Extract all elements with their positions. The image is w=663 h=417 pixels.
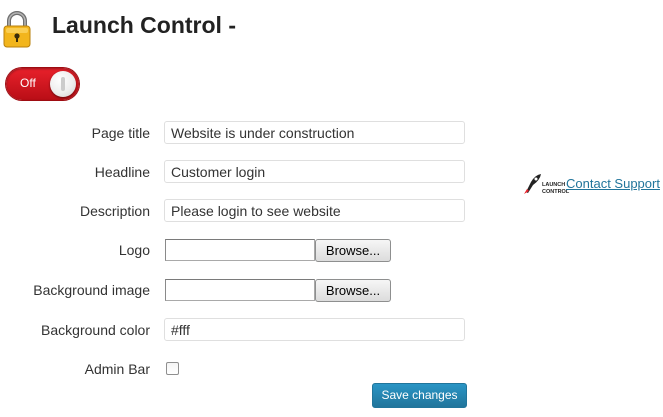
toggle-knob[interactable] xyxy=(50,71,76,97)
save-changes-button[interactable]: Save changes xyxy=(372,383,467,408)
page-title-input[interactable] xyxy=(164,121,465,144)
background-image-browse-button[interactable]: Browse... xyxy=(315,279,391,302)
headline-input[interactable] xyxy=(164,160,465,183)
logo-browse-button[interactable]: Browse... xyxy=(315,239,391,262)
description-input[interactable] xyxy=(164,199,465,222)
launch-control-page: Launch Control - Off Page title Headline… xyxy=(0,0,663,417)
background-image-label: Background image xyxy=(33,282,150,298)
page-title: Launch Control - xyxy=(52,12,236,38)
headline-label: Headline xyxy=(94,164,150,180)
logo-file-input[interactable] xyxy=(165,239,315,261)
svg-text:LAUNCH: LAUNCH xyxy=(542,182,565,188)
toggle-label: Off xyxy=(20,76,36,90)
launch-toggle-switch[interactable]: Off xyxy=(6,68,79,100)
description-label: Description xyxy=(79,203,150,219)
background-image-file-input[interactable] xyxy=(165,279,315,301)
background-color-input[interactable] xyxy=(164,318,465,341)
contact-support-link[interactable]: Contact Support xyxy=(566,176,660,191)
admin-bar-checkbox[interactable] xyxy=(166,362,179,375)
background-color-label: Background color xyxy=(41,322,150,338)
page-title-label: Page title xyxy=(91,125,150,141)
logo-label: Logo xyxy=(118,242,150,258)
admin-bar-label: Admin Bar xyxy=(84,361,150,377)
lock-icon xyxy=(3,11,31,48)
